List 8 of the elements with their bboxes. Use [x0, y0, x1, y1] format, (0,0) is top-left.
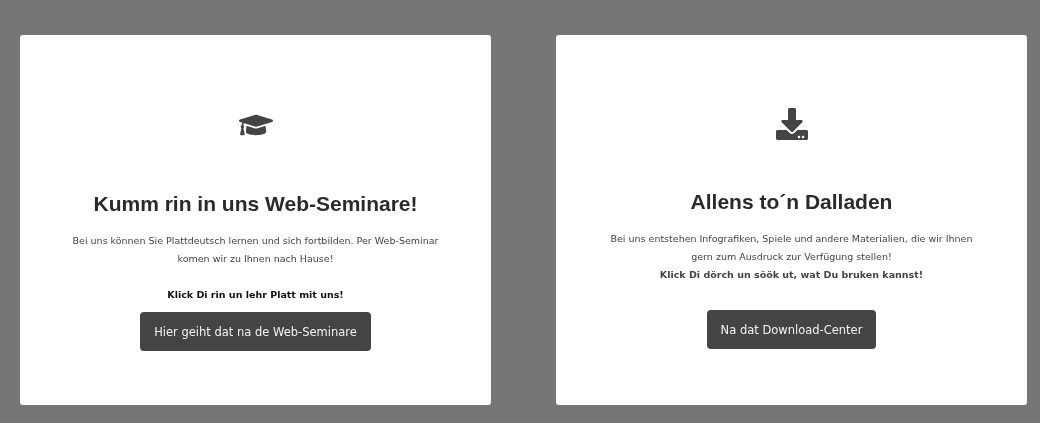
download-icon [775, 108, 808, 140]
description: Klick Di rin un lehr Platt mit uns! [167, 288, 344, 302]
link-button[interactable]: Na dat Download-Center [706, 310, 877, 349]
card-title: Allens to´n Dalladen [690, 190, 893, 214]
card-title: Kumm rin in uns Web-Seminare! [93, 192, 418, 216]
description: Bei uns entstehen Infografiken, Spiele und andere Materialien, die wir Ihnen gern zum Ausdruck zur Verfügung stellen! Klick Di dörch un söök ut, wat Du bruken kannst! [609, 232, 974, 282]
link-button[interactable]: Hier geiht dat na de Web-Seminare [140, 312, 371, 351]
description: Bei uns können Sie Plattdeutsch lernen und sich fortbilden. Per Web-Seminar komen wir zu Ihnen nach Hause! [71, 234, 440, 266]
